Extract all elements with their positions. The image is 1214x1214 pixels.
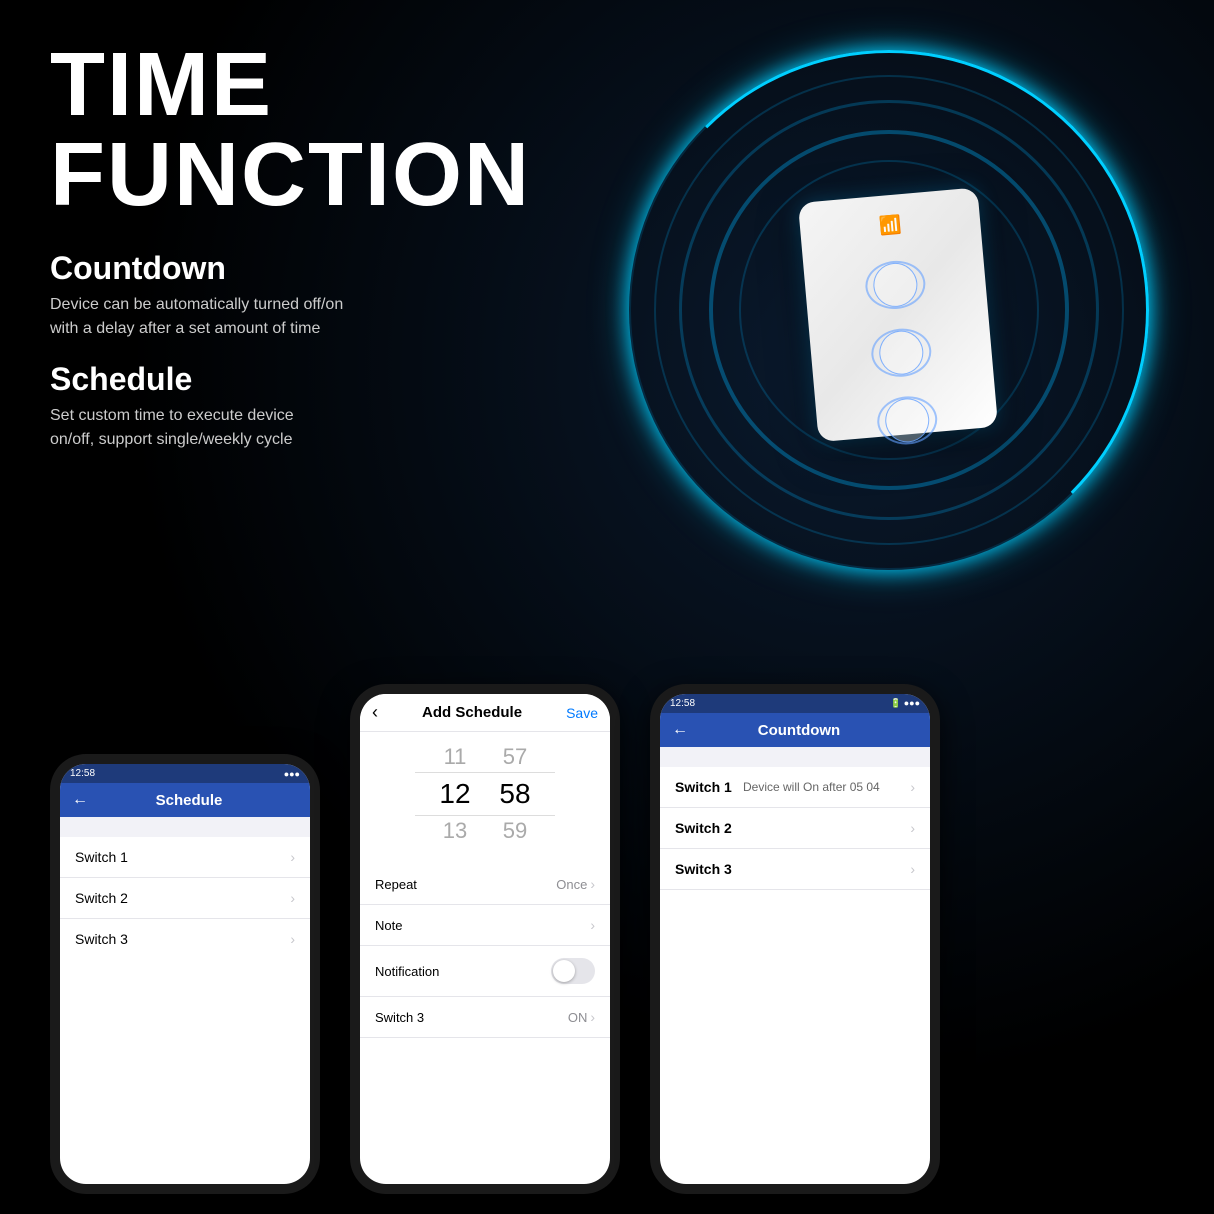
form-row-repeat[interactable]: Repeat Once ›	[360, 864, 610, 905]
feature-schedule-desc: Set custom time to execute deviceon/off,…	[50, 404, 430, 452]
toggle-knob	[553, 960, 575, 982]
phone3-list-content: Switch 1 Device will On after 05 04 › Sw…	[660, 747, 930, 890]
form-row-note[interactable]: Note ›	[360, 905, 610, 946]
phone3-nav-header: ← Countdown	[660, 713, 930, 747]
switch1-label: Switch 1	[75, 849, 128, 865]
phones-section: 12:58 ●●● ← Schedule Switch 1 ›	[50, 684, 1164, 1194]
switch3-value: ON ›	[568, 1009, 595, 1025]
countdown-switch2-chevron: ›	[910, 820, 915, 836]
phone1-status-icons: ●●●	[284, 769, 300, 779]
list-item-switch3[interactable]: Switch 3 ›	[60, 919, 310, 959]
repeat-val-text: Once	[556, 877, 587, 892]
note-value: ›	[590, 917, 595, 933]
phone2-save-button[interactable]: Save	[566, 705, 598, 721]
time-bot-hour: 13	[435, 818, 475, 844]
phone3-status-bar: 12:58 🔋 ●●●	[660, 694, 930, 713]
phone3-back-arrow[interactable]: ←	[672, 721, 688, 739]
repeat-chevron: ›	[590, 876, 595, 892]
phone1-back-arrow[interactable]: ←	[72, 791, 88, 809]
note-chevron: ›	[590, 917, 595, 933]
time-picker[interactable]: 11 57 12 58 13 59	[360, 732, 610, 856]
time-mid-hour: 12	[435, 778, 475, 810]
features-section: Countdown Device can be automatically tu…	[50, 250, 531, 452]
switch3-chevron: ›	[290, 931, 295, 947]
phone3-time: 12:58	[670, 698, 695, 709]
switch-btn-1[interactable]	[863, 258, 927, 311]
phone1-spacer	[60, 817, 310, 837]
rings-container: 📶	[609, 30, 1169, 590]
phone3-screen: 12:58 🔋 ●●● ← Countdown Switch 1 Device …	[660, 694, 930, 1184]
wifi-icon: 📶	[878, 214, 902, 237]
switch3-label: Switch 3	[75, 931, 128, 947]
switch-btn-2[interactable]	[869, 326, 933, 379]
hero-title: TIME FUNCTION	[50, 40, 531, 220]
time-row-bot: 13 59	[360, 816, 610, 846]
switch1-chevron: ›	[290, 849, 295, 865]
form-row-notification[interactable]: Notification	[360, 946, 610, 997]
notification-toggle[interactable]	[551, 958, 595, 984]
phone1: 12:58 ●●● ← Schedule Switch 1 ›	[50, 754, 320, 1194]
switch3-form-label: Switch 3	[375, 1010, 424, 1025]
phone2-title: Add Schedule	[422, 704, 522, 721]
phone1-screen: 12:58 ●●● ← Schedule Switch 1 ›	[60, 764, 310, 1184]
countdown-switch3-label: Switch 3	[675, 861, 735, 877]
phone3-status-icons: 🔋 ●●●	[890, 698, 920, 709]
list-item-switch2[interactable]: Switch 2 ›	[60, 878, 310, 919]
repeat-label: Repeat	[375, 877, 417, 892]
switch3-val-chevron: ›	[590, 1009, 595, 1025]
time-row-mid: 12 58	[360, 772, 610, 816]
countdown-switch1-label: Switch 1	[675, 779, 735, 795]
notification-label: Notification	[375, 964, 439, 979]
countdown-switch3-chevron: ›	[910, 861, 915, 877]
feature-countdown: Countdown Device can be automatically tu…	[50, 250, 531, 341]
time-mid-min: 58	[495, 778, 535, 810]
phone2-screen: ‹ Add Schedule Save 11 57 12 58 13 59	[360, 694, 610, 1184]
phone3: 12:58 🔋 ●●● ← Countdown Switch 1 Device …	[650, 684, 940, 1194]
countdown-switch2-label: Switch 2	[675, 820, 735, 836]
phone1-status-bar: 12:58 ●●●	[60, 764, 310, 783]
countdown-item-switch3[interactable]: Switch 3 ›	[660, 849, 930, 890]
form-row-switch3[interactable]: Switch 3 ON ›	[360, 997, 610, 1038]
phone3-nav-title: Countdown	[696, 722, 902, 739]
countdown-switch1-desc: Device will On after 05 04	[743, 780, 910, 794]
phone1-nav-title: Schedule	[96, 792, 282, 809]
time-top-hour: 11	[435, 744, 475, 770]
time-top-min: 57	[495, 744, 535, 770]
countdown-switch1-chevron: ›	[910, 779, 915, 795]
feature-countdown-desc: Device can be automatically turned off/o…	[50, 293, 430, 341]
feature-schedule: Schedule Set custom time to execute devi…	[50, 361, 531, 452]
countdown-item-switch1[interactable]: Switch 1 Device will On after 05 04 ›	[660, 767, 930, 808]
switch2-chevron: ›	[290, 890, 295, 906]
phone3-list-section: Switch 1 Device will On after 05 04 › Sw…	[660, 767, 930, 890]
time-row-top: 11 57	[360, 742, 610, 772]
phone1-time: 12:58	[70, 768, 95, 779]
countdown-item-switch2[interactable]: Switch 2 ›	[660, 808, 930, 849]
switch3-on-text: ON	[568, 1010, 588, 1025]
phone1-list-section: Switch 1 › Switch 2 › Switch 3 ›	[60, 837, 310, 959]
feature-countdown-title: Countdown	[50, 250, 531, 287]
list-item-switch1[interactable]: Switch 1 ›	[60, 837, 310, 878]
phone2-form-section: Repeat Once › Note › Notification	[360, 864, 610, 1038]
phone3-spacer	[660, 747, 930, 767]
switch2-label: Switch 2	[75, 890, 128, 906]
phone1-list-content: Switch 1 › Switch 2 › Switch 3 ›	[60, 817, 310, 959]
feature-schedule-title: Schedule	[50, 361, 531, 398]
phone2-header: ‹ Add Schedule Save	[360, 694, 610, 732]
note-label: Note	[375, 918, 402, 933]
hero-section: TIME FUNCTION Countdown Device can be au…	[50, 40, 531, 472]
device-panel: 📶	[798, 187, 998, 442]
repeat-value: Once ›	[556, 876, 595, 892]
phone2: ‹ Add Schedule Save 11 57 12 58 13 59	[350, 684, 620, 1194]
time-bot-min: 59	[495, 818, 535, 844]
title-line1: TIME	[50, 35, 273, 135]
phone2-back[interactable]: ‹	[372, 702, 378, 723]
title-line2: FUNCTION	[50, 125, 531, 225]
phone1-nav-header: ← Schedule	[60, 783, 310, 817]
device-area: 📶	[564, 20, 1214, 600]
